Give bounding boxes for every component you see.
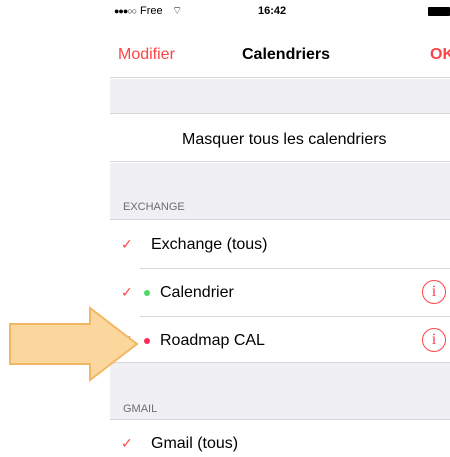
phone-screen: ●●●○○ Free ⌔ 16:42 Modifier Calendriers … bbox=[110, 0, 450, 457]
checkmark-icon: ✓ bbox=[121, 284, 133, 300]
calendar-label: Gmail (tous) bbox=[151, 435, 239, 452]
carrier-name: Free bbox=[140, 5, 163, 17]
navigation-bar: Modifier Calendriers OK bbox=[110, 22, 450, 78]
annotation-arrow-icon bbox=[9, 306, 139, 382]
group-spacer bbox=[110, 79, 450, 114]
checkmark-icon: ✓ bbox=[121, 236, 133, 252]
page-title: Calendriers bbox=[242, 46, 331, 63]
exchange-section-label: EXCHANGE bbox=[123, 201, 185, 213]
signal-strength-icon: ●●●○○ bbox=[114, 6, 137, 16]
calendar-row-calendrier[interactable]: ✓ Calendrier i bbox=[110, 269, 450, 317]
gmail-section-header: GMAIL bbox=[110, 362, 450, 420]
wifi-icon: ⌔ bbox=[172, 5, 183, 17]
status-time: 16:42 bbox=[258, 5, 287, 17]
exchange-section-header: EXCHANGE bbox=[110, 163, 450, 220]
battery-icon bbox=[428, 7, 450, 16]
ok-button[interactable]: OK bbox=[430, 46, 450, 64]
hide-all-calendars-button[interactable]: Masquer tous les calendriers bbox=[110, 115, 450, 162]
calendar-color-dot bbox=[144, 290, 150, 296]
status-bar: ●●●○○ Free ⌔ 16:42 bbox=[110, 0, 450, 22]
calendar-row-gmail-all[interactable]: ✓ Gmail (tous) bbox=[110, 420, 450, 457]
calendar-row-exchange-all[interactable]: ✓ Exchange (tous) bbox=[110, 221, 450, 269]
info-icon[interactable]: i bbox=[422, 328, 446, 352]
calendar-label: Calendrier bbox=[160, 284, 234, 301]
gmail-section-label: GMAIL bbox=[123, 403, 158, 415]
calendar-label: Roadmap CAL bbox=[160, 332, 265, 349]
calendar-label: Exchange (tous) bbox=[151, 236, 268, 253]
hide-all-calendars-label: Masquer tous les calendriers bbox=[182, 131, 387, 148]
calendar-row-roadmap-cal[interactable]: ✓ Roadmap CAL i bbox=[110, 317, 450, 365]
edit-button[interactable]: Modifier bbox=[118, 46, 175, 64]
info-icon[interactable]: i bbox=[422, 280, 446, 304]
checkmark-icon: ✓ bbox=[121, 435, 133, 451]
